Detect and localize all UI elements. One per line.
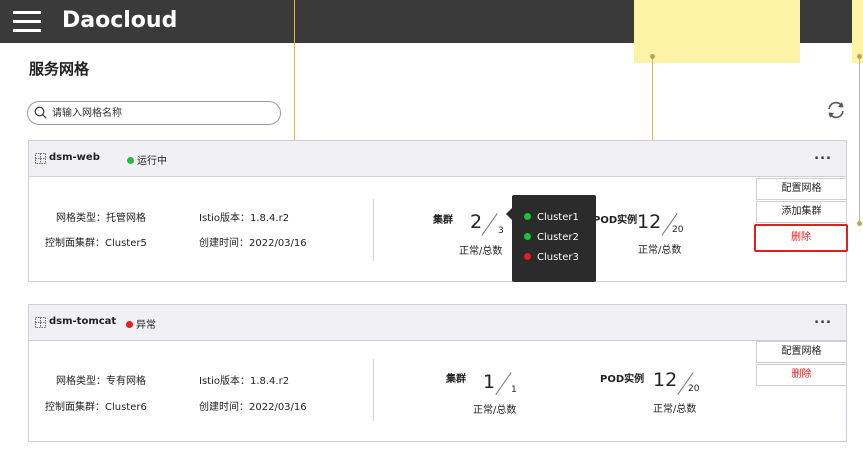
delete-button[interactable]: 删除: [756, 364, 847, 386]
config-mesh-button[interactable]: 配置网格: [756, 341, 847, 363]
cluster-name: Cluster3: [537, 252, 579, 263]
cluster-normal-count[interactable]: 2: [470, 211, 482, 233]
cluster-label: 集群: [433, 215, 453, 226]
control-plane-cluster: 控制面集群：Cluster6: [45, 402, 147, 413]
pod-total-count: 20: [688, 384, 700, 394]
annotation-dot: [857, 221, 862, 226]
control-plane-cluster: 控制面集群：Cluster5: [45, 238, 147, 249]
more-options-button[interactable]: ...: [814, 312, 832, 327]
mesh-name[interactable]: dsm-web: [49, 152, 100, 163]
created-time: 创建时间：2022/03/16: [199, 402, 307, 413]
cluster-caption: 正常/总数: [459, 246, 503, 257]
status-text: 异常: [136, 320, 156, 331]
pod-normal-count: 12: [637, 211, 662, 233]
cluster-label: 集群: [446, 374, 466, 385]
grid-icon: [35, 153, 46, 164]
popover-cluster-item: Cluster2: [524, 232, 579, 243]
mesh-card-header: dsm-tomcat 异常 ...: [29, 305, 846, 341]
annotation-line: [294, 0, 295, 153]
add-cluster-button[interactable]: 添加集群: [756, 201, 847, 223]
pod-caption: 正常/总数: [638, 245, 682, 256]
status-normal-dot: [524, 213, 531, 220]
sticky-note: [634, 0, 800, 63]
status-running-dot: [127, 157, 134, 164]
search-box[interactable]: [27, 101, 281, 125]
status-text: 运行中: [137, 156, 167, 167]
delete-button[interactable]: 删除: [754, 224, 848, 252]
annotation-dot: [857, 54, 862, 59]
refresh-icon[interactable]: [825, 99, 847, 121]
divider: [373, 359, 374, 421]
pod-total-count: 20: [672, 225, 684, 235]
more-options-button[interactable]: ...: [814, 148, 832, 163]
brand-logo: Daocloud: [62, 8, 178, 33]
pod-normal-count: 12: [653, 369, 678, 391]
mesh-card: dsm-tomcat 异常 ... 网格类型：专有网格 控制面集群：Cluste…: [28, 304, 847, 442]
config-mesh-button[interactable]: 配置网格: [756, 178, 847, 200]
created-time: 创建时间：2022/03/16: [199, 238, 307, 249]
cluster-caption: 正常/总数: [473, 405, 517, 416]
status-error-dot: [126, 321, 133, 328]
search-icon: [34, 106, 47, 119]
mesh-type: 网格类型：托管网格: [56, 213, 146, 224]
divider-slash: [481, 213, 498, 236]
status-badge: 异常: [126, 316, 156, 331]
pod-caption: 正常/总数: [653, 404, 697, 415]
page-title: 服务网格: [29, 60, 90, 78]
annotation-dot: [650, 54, 655, 59]
cluster-name: Cluster1: [537, 212, 579, 223]
mesh-type: 网格类型：专有网格: [56, 376, 146, 387]
search-input[interactable]: [52, 104, 274, 122]
cluster-name: Cluster2: [537, 232, 579, 243]
status-normal-dot: [524, 233, 531, 240]
cluster-popover: Cluster1 Cluster2 Cluster3: [512, 195, 596, 282]
popover-cluster-item: Cluster3: [524, 252, 579, 263]
popover-cluster-item: Cluster1: [524, 212, 579, 223]
pod-label: POD实例: [600, 374, 645, 385]
divider-slash: [495, 372, 512, 395]
mesh-card: dsm-web 运行中 ... 网格类型：托管网格 控制面集群：Cluster5…: [28, 140, 848, 282]
mesh-card-header: dsm-web 运行中 ...: [29, 141, 846, 177]
cluster-total-count: 1: [511, 385, 517, 395]
status-error-dot: [524, 253, 531, 260]
pod-label: POD实例: [593, 215, 638, 226]
istio-version: Istio版本：1.8.4.r2: [199, 213, 290, 224]
hamburger-menu-icon[interactable]: [13, 11, 41, 33]
cluster-normal-count[interactable]: 1: [483, 371, 495, 393]
annotation-line: [859, 56, 860, 224]
cluster-total-count: 3: [498, 226, 504, 236]
divider: [373, 199, 374, 261]
istio-version: Istio版本：1.8.4.r2: [199, 376, 290, 387]
status-badge: 运行中: [127, 152, 167, 167]
grid-icon: [35, 317, 46, 328]
mesh-name[interactable]: dsm-tomcat: [49, 316, 116, 327]
